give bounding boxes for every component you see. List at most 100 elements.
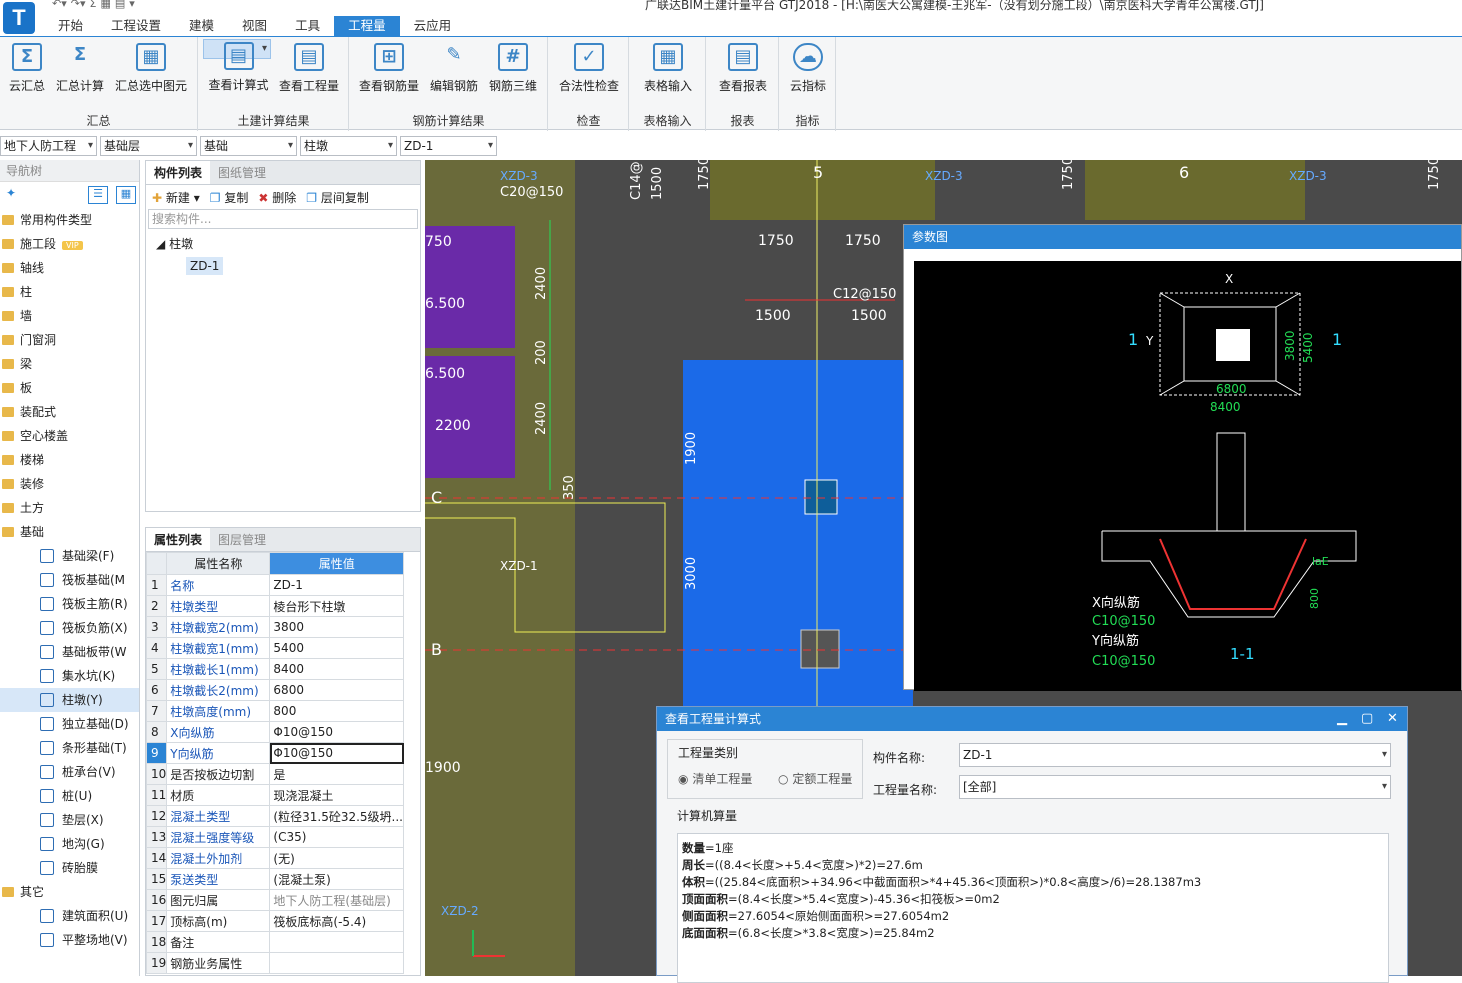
collapse-icon[interactable]: ◢ [156,237,165,251]
property-row[interactable]: 12 混凝土类型 (粒径31.5砼32.5级坍... [145,805,404,827]
nav-sub-item[interactable]: 平整场地(V) [0,928,139,952]
property-value[interactable]: (粒径31.5砼32.5级坍... [269,805,404,827]
property-row[interactable]: 15 泵送类型 (混凝土泵) [145,868,404,890]
nav-sub-item[interactable]: 集水坑(K) [0,664,139,688]
radio-bill[interactable]: ◉ 清单工程量 [678,770,752,787]
property-row[interactable]: 11 材质 现浇混凝土 [145,784,404,806]
component-search-input[interactable]: 搜索构件... [148,209,418,229]
rebar-3d-button[interactable]: # 钢筋三维 [484,41,542,101]
component-name-select[interactable]: ZD-1 [959,743,1391,767]
property-value[interactable]: Φ10@150 [269,721,404,743]
copy-button[interactable]: ❐ 复制 [210,189,249,206]
property-value[interactable]: 800 [269,700,404,722]
cloud-index-button[interactable]: ☁ 云指标 [784,41,832,101]
view-report-button[interactable]: ▤ 查看报表 [711,41,775,101]
pin-icon[interactable]: ✦ [6,186,16,200]
edit-rebar-button[interactable]: ✎ 编辑钢筋 [426,41,482,101]
validity-check-button[interactable]: ✓ 合法性检查 [553,41,625,101]
qty-name-select[interactable]: [全部] [959,775,1391,799]
nav-item[interactable]: 楼梯 [0,448,139,472]
property-row[interactable]: 10 是否按板边切割是 [145,763,404,785]
nav-sub-item[interactable]: 桩(U) [0,784,139,808]
menu-view[interactable]: 视图 [228,16,281,36]
column[interactable] [804,479,838,515]
nav-item[interactable]: 装配式 [0,400,139,424]
property-value[interactable]: 是 [269,763,404,785]
property-row[interactable]: 17 顶标高(m) 筏板底标高(-5.4) [145,910,404,932]
property-row[interactable]: 5 柱墩截长1(mm) 8400 [145,658,404,680]
property-value[interactable]: (混凝土泵) [269,868,404,890]
nav-item[interactable]: 梁 [0,352,139,376]
project-select[interactable]: 地下人防工程 [0,136,97,156]
tab-drawing-manager[interactable]: 图纸管理 [210,161,274,184]
radio-quota[interactable]: ○ 定额工程量 [778,770,852,787]
component-select[interactable]: ZD-1 [400,136,497,156]
tab-property-list[interactable]: 属性列表 [146,528,211,551]
new-button[interactable]: ✚ 新建 ▾ [152,189,200,206]
property-row[interactable]: 6 柱墩截长2(mm) 6800 [145,679,404,701]
cloud-summary-button[interactable]: Σ 云汇总 [4,41,50,101]
property-value[interactable]: Φ10@150 [269,742,404,764]
calc-formula-text[interactable]: 数量=1座 周长=((8.4<长度>+5.4<宽度>)*2)=27.6m 体积=… [677,833,1389,983]
floor-copy-button[interactable]: ❐ 层间复制 [306,189,369,206]
nav-sub-item[interactable]: 垫层(X) [0,808,139,832]
icon-view-icon[interactable]: ▦ [116,186,136,204]
nav-item[interactable]: 门窗洞 [0,328,139,352]
property-value[interactable]: 8400 [269,658,404,680]
property-row[interactable]: 19 钢筋业务属性 [145,952,404,974]
property-value[interactable] [269,931,404,953]
nav-sub-item[interactable]: 建筑面积(U) [0,904,139,928]
nav-item[interactable]: 装修 [0,472,139,496]
property-value[interactable]: (C35) [269,826,404,848]
view-quantity-button[interactable]: ▤ 查看工程量 [273,41,345,101]
property-row[interactable]: 16 图元归属 地下人防工程(基础层) [145,889,404,911]
summary-selected-button[interactable]: ▦ 汇总选中图元 [110,41,192,101]
nav-sub-item[interactable]: 基础板带(W [0,640,139,664]
property-value[interactable] [269,952,404,974]
view-formula-button[interactable]: ▤ 查看计算式 [203,39,271,92]
sum-icon[interactable]: Σ [90,0,97,11]
summary-calc-button[interactable]: Σ 汇总计算 [52,41,108,101]
close-icon[interactable]: ✕ [1387,707,1398,731]
view-formula-icon[interactable]: ▦ [100,0,110,11]
redo-icon[interactable]: ↷▾ [71,0,86,11]
nav-item[interactable]: 柱 [0,280,139,304]
maximize-icon[interactable]: ▢ [1361,707,1373,731]
floor-select[interactable]: 基础层 [100,136,197,156]
property-row[interactable]: 14 混凝土外加剂 (无) [145,847,404,869]
tab-layer-manager[interactable]: 图层管理 [210,528,274,551]
nav-sub-item[interactable]: 条形基础(T) [0,736,139,760]
nav-sub-item[interactable]: 筏板负筋(X) [0,616,139,640]
menu-start[interactable]: 开始 [44,16,97,36]
table-input-button[interactable]: ▦ 表格输入 [634,41,702,101]
nav-sub-item[interactable]: 筏板基础(M [0,568,139,592]
property-row[interactable]: 2 柱墩类型 棱台形下柱墩 [145,595,404,617]
nav-sub-item[interactable]: 砖胎膜 [0,856,139,880]
nav-item[interactable]: 施工段 VIP [0,232,139,256]
undo-icon[interactable]: ↶▾ [52,0,67,11]
nav-sub-item[interactable]: 筏板主筋(R) [0,592,139,616]
menu-cloud[interactable]: 云应用 [400,16,466,36]
type-select[interactable]: 柱墩 [300,136,397,156]
menu-modeling[interactable]: 建模 [175,16,228,36]
category-select[interactable]: 基础 [200,136,297,156]
nav-sub-item[interactable]: 桩承台(V) [0,760,139,784]
property-value[interactable]: 棱台形下柱墩 [269,595,404,617]
list-view-icon[interactable]: ☰ [88,186,108,204]
nav-item[interactable]: 墙 [0,304,139,328]
tree-root[interactable]: ◢ 柱墩 [156,235,193,252]
property-row[interactable]: 8 X向纵筋 Φ10@150 [145,721,404,743]
nav-sub-item[interactable]: 基础梁(F) [0,544,139,568]
property-value[interactable]: ZD-1 [269,574,404,596]
tab-component-list[interactable]: 构件列表 [146,161,211,184]
nav-item[interactable]: 基础 [0,520,139,544]
nav-sub-item[interactable]: 地沟(G) [0,832,139,856]
nav-item[interactable]: 其它 [0,880,139,904]
nav-item[interactable]: 土方 [0,496,139,520]
nav-item[interactable]: 板 [0,376,139,400]
menu-quantities[interactable]: 工程量 [334,16,400,36]
property-row[interactable]: 13 混凝土强度等级 (C35) [145,826,404,848]
nav-sub-item[interactable]: 独立基础(D) [0,712,139,736]
property-value[interactable]: 现浇混凝土 [269,784,404,806]
property-row[interactable]: 18 备注 [145,931,404,953]
